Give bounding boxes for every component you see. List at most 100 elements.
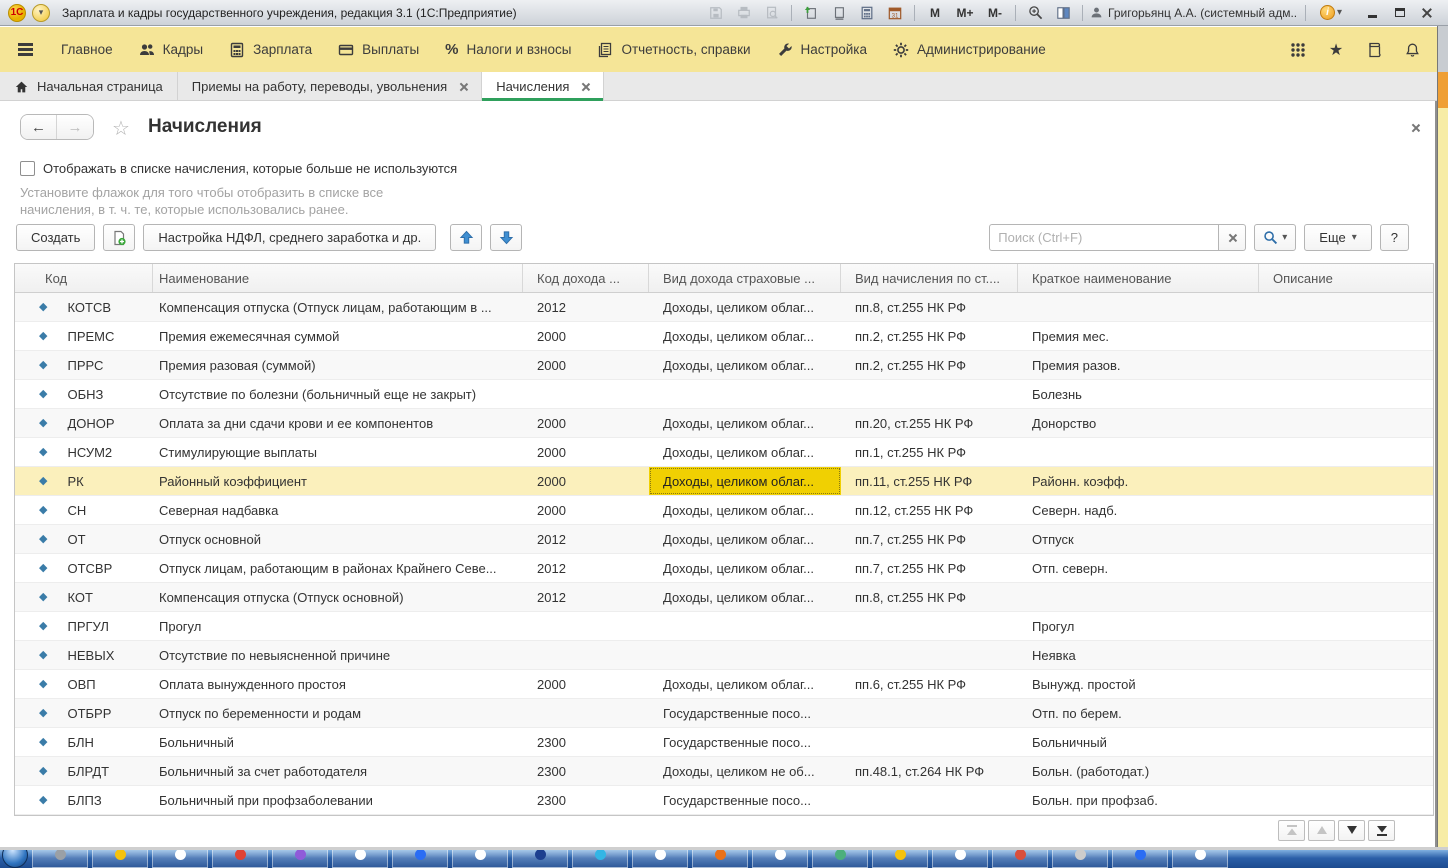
taskbar-app-button[interactable] xyxy=(812,850,868,868)
table-row[interactable]: ◆БЛН Больничный 2300 Государственные пос… xyxy=(15,728,1433,757)
hamburger-menu-icon[interactable] xyxy=(16,39,35,60)
taskbar-app-button[interactable] xyxy=(92,850,148,868)
cell-short_name[interactable]: Северн. надб. xyxy=(1018,496,1259,524)
create-button[interactable]: Создать xyxy=(16,224,95,251)
move-down-button[interactable] xyxy=(490,224,522,251)
cell-income_type[interactable]: Доходы, целиком облаг... xyxy=(649,554,841,582)
form-close-button[interactable] xyxy=(1411,119,1419,137)
taskbar-app-button[interactable] xyxy=(32,850,88,868)
cell-description[interactable] xyxy=(1259,554,1433,582)
cell-income_type[interactable]: Доходы, целиком облаг... xyxy=(649,583,841,611)
cell-income_type[interactable]: Доходы, целиком облаг... xyxy=(649,293,841,321)
cell-income_type[interactable]: Доходы, целиком облаг... xyxy=(649,467,841,495)
cell-accrual_type[interactable]: пп.2, ст.255 НК РФ xyxy=(841,351,1018,379)
table-row[interactable]: ◆КОТ Компенсация отпуска (Отпуск основно… xyxy=(15,583,1433,612)
cell-name[interactable]: Оплата за дни сдачи крови и ее компонент… xyxy=(153,409,523,437)
cell-description[interactable] xyxy=(1259,293,1433,321)
cell-short_name[interactable]: Премия разов. xyxy=(1018,351,1259,379)
service-info-button[interactable]: i ▾ xyxy=(1313,3,1349,23)
cell-accrual_type[interactable]: пп.7, ст.255 НК РФ xyxy=(841,554,1018,582)
cell-description[interactable] xyxy=(1259,409,1433,437)
cell-income_type[interactable]: Доходы, целиком облаг... xyxy=(649,351,841,379)
go-last-button[interactable] xyxy=(1368,820,1395,841)
cell-income_type[interactable] xyxy=(649,380,841,408)
column-header-income-code[interactable]: Код дохода ... xyxy=(523,264,649,292)
taskbar-app-button[interactable] xyxy=(992,850,1048,868)
save-icon[interactable] xyxy=(704,3,728,23)
menu-item-administrirovanie[interactable]: Администрирование xyxy=(893,42,1046,58)
go-next-button[interactable] xyxy=(1338,820,1365,841)
cell-accrual_type[interactable] xyxy=(841,380,1018,408)
table-row[interactable]: ◆ОВП Оплата вынужденного простоя 2000 До… xyxy=(15,670,1433,699)
cell-short_name[interactable] xyxy=(1018,583,1259,611)
favorites-star-icon[interactable]: ★ xyxy=(1327,41,1345,59)
all-functions-icon[interactable] xyxy=(1289,41,1307,59)
cell-income_type[interactable]: Государственные посо... xyxy=(649,786,841,814)
taskbar-app-button[interactable] xyxy=(632,850,688,868)
nav-back-button[interactable]: ← xyxy=(21,115,57,139)
menu-item-kadry[interactable]: Кадры xyxy=(139,42,203,58)
cell-short_name[interactable]: Районн. коэфф. xyxy=(1018,467,1259,495)
cell-income_code[interactable] xyxy=(523,699,649,727)
cell-description[interactable] xyxy=(1259,380,1433,408)
cell-accrual_type[interactable]: пп.8, ст.255 НК РФ xyxy=(841,583,1018,611)
cell-short_name[interactable]: Вынужд. простой xyxy=(1018,670,1259,698)
column-header-name[interactable]: Наименование xyxy=(153,264,523,292)
search-input[interactable] xyxy=(989,224,1219,251)
cell-description[interactable] xyxy=(1259,641,1433,669)
cell-income_type[interactable]: Доходы, целиком облаг... xyxy=(649,496,841,524)
cell-income_code[interactable]: 2012 xyxy=(523,583,649,611)
menu-item-zarplata[interactable]: Зарплата xyxy=(229,42,312,58)
cell-income_code[interactable]: 2000 xyxy=(523,496,649,524)
taskbar-app-button[interactable] xyxy=(1172,850,1228,868)
calendar-icon[interactable]: 31 xyxy=(883,3,907,23)
cell-income_code[interactable]: 2000 xyxy=(523,322,649,350)
cell-description[interactable] xyxy=(1259,728,1433,756)
cell-income_code[interactable]: 2012 xyxy=(523,554,649,582)
cell-income_type[interactable]: Доходы, целиком облаг... xyxy=(649,438,841,466)
cell-accrual_type[interactable]: пп.6, ст.255 НК РФ xyxy=(841,670,1018,698)
menu-item-vyplaty[interactable]: Выплаты xyxy=(338,42,419,58)
cell-name[interactable]: Отпуск лицам, работающим в районах Крайн… xyxy=(153,554,523,582)
cell-name[interactable]: Компенсация отпуска (Отпуск лицам, работ… xyxy=(153,293,523,321)
cell-income_code[interactable]: 2300 xyxy=(523,728,649,756)
taskbar-app-button[interactable] xyxy=(1112,850,1168,868)
cell-accrual_type[interactable]: пп.20, ст.255 НК РФ xyxy=(841,409,1018,437)
tab-close-icon[interactable] xyxy=(459,83,467,91)
cell-short_name[interactable]: Больн. (работодат.) xyxy=(1018,757,1259,785)
cell-accrual_type[interactable] xyxy=(841,612,1018,640)
cell-name[interactable]: Прогул xyxy=(153,612,523,640)
table-row[interactable]: ◆ОТ Отпуск основной 2012 Доходы, целиком… xyxy=(15,525,1433,554)
system-menu-button[interactable]: ▾ xyxy=(32,4,50,22)
table-row[interactable]: ◆КОТСВ Компенсация отпуска (Отпуск лицам… xyxy=(15,293,1433,322)
memory-m-button[interactable]: M xyxy=(922,3,948,23)
cell-income_type[interactable]: Доходы, целиком облаг... xyxy=(649,322,841,350)
cell-income_type[interactable]: Доходы, целиком облаг... xyxy=(649,670,841,698)
cell-description[interactable] xyxy=(1259,525,1433,553)
cell-income_code[interactable]: 2000 xyxy=(523,351,649,379)
cell-income_code[interactable]: 2000 xyxy=(523,438,649,466)
cell-name[interactable]: Больничный за счет работодателя xyxy=(153,757,523,785)
taskbar-app-button[interactable] xyxy=(872,850,928,868)
cell-description[interactable] xyxy=(1259,699,1433,727)
cell-short_name[interactable] xyxy=(1018,293,1259,321)
cell-income_code[interactable] xyxy=(523,380,649,408)
cell-income_code[interactable]: 2012 xyxy=(523,293,649,321)
zoom-in-icon[interactable] xyxy=(1023,3,1047,23)
go-first-button[interactable] xyxy=(1278,820,1305,841)
print-preview-icon[interactable] xyxy=(760,3,784,23)
table-row[interactable]: ◆НСУМ2 Стимулирующие выплаты 2000 Доходы… xyxy=(15,438,1433,467)
cell-income_type[interactable]: Доходы, целиком облаг... xyxy=(649,525,841,553)
cell-accrual_type[interactable] xyxy=(841,641,1018,669)
cell-accrual_type[interactable]: пп.12, ст.255 НК РФ xyxy=(841,496,1018,524)
current-user[interactable]: Григорьянц А.А. (системный адм... xyxy=(1090,6,1298,20)
calculator-icon[interactable] xyxy=(855,3,879,23)
memory-m-plus-button[interactable]: M+ xyxy=(952,3,978,23)
column-header-income-type[interactable]: Вид дохода страховые ... xyxy=(649,264,841,292)
cell-income_type[interactable]: Государственные посо... xyxy=(649,699,841,727)
table-row[interactable]: ◆ОТСВР Отпуск лицам, работающим в района… xyxy=(15,554,1433,583)
cell-income_type[interactable] xyxy=(649,641,841,669)
taskbar-app-button[interactable] xyxy=(212,850,268,868)
split-view-icon[interactable] xyxy=(1051,3,1075,23)
cell-short_name[interactable]: Больн. при профзаб. xyxy=(1018,786,1259,814)
